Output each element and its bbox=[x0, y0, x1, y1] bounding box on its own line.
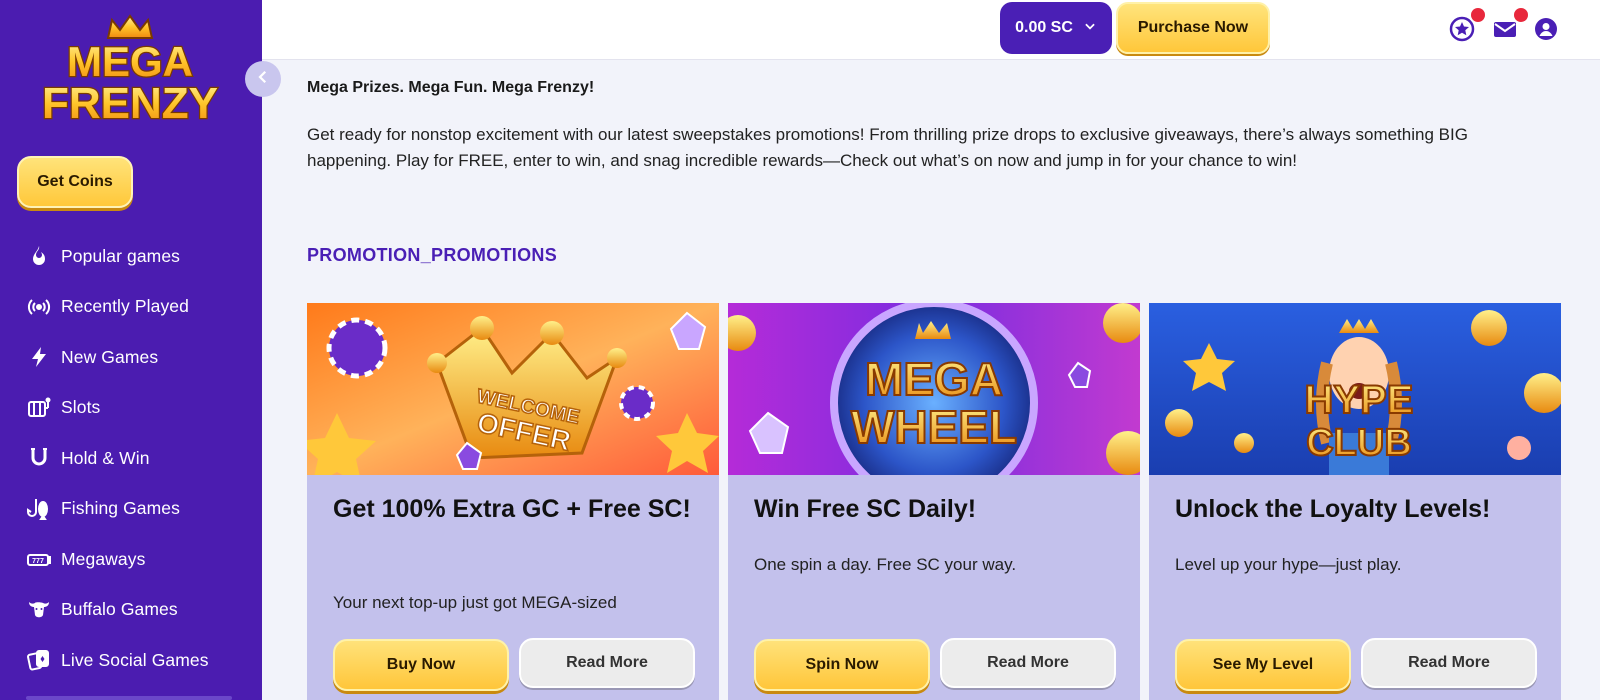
read-more-button[interactable]: Read More bbox=[940, 638, 1116, 688]
sidebar-item-label: New Games bbox=[61, 346, 159, 367]
see-my-level-button[interactable]: See My Level bbox=[1175, 639, 1351, 691]
sidebar: MEGA FRENZY Get Coins Popular games Rece… bbox=[0, 0, 262, 700]
banner-text-line1: MEGA bbox=[865, 353, 1003, 405]
section-title: PROMOTION_PROMOTIONS bbox=[307, 245, 558, 265]
spin-now-button[interactable]: Spin Now bbox=[754, 639, 930, 691]
sidebar-item-popular-games[interactable]: Popular games bbox=[0, 231, 262, 282]
read-more-button[interactable]: Read More bbox=[519, 638, 695, 688]
sidebar-item-label: Slots bbox=[61, 397, 101, 418]
page-headline: Mega Prizes. Mega Fun. Mega Frenzy! bbox=[307, 79, 595, 96]
promotion-description: Level up your hype—just play. bbox=[1175, 555, 1402, 574]
notification-dot bbox=[1471, 8, 1485, 22]
intro-paragraph: Get ready for nonstop excitement with ou… bbox=[307, 125, 1468, 170]
promotion-card-mega-wheel: MEGA WHEEL Win Free SC Daily! One spin a… bbox=[728, 303, 1140, 700]
balance-value: 0.00 SC bbox=[1015, 19, 1073, 36]
star-badge-icon[interactable] bbox=[1447, 8, 1485, 44]
broadcast-icon bbox=[26, 294, 52, 320]
promotion-card-welcome-offer: WELCOME OFFER Get 100% Extra GC + Free S… bbox=[307, 303, 719, 700]
logo-text-frenzy: FRENZY bbox=[42, 79, 218, 126]
fish-hook-icon bbox=[26, 496, 52, 522]
promotion-title: Get 100% Extra GC + Free SC! bbox=[333, 495, 691, 523]
top-bar: 0.00 SC Purchase Now bbox=[262, 0, 1600, 60]
svg-text:777: 777 bbox=[32, 558, 44, 565]
sidebar-item-buffalo-games[interactable]: Buffalo Games bbox=[0, 585, 262, 636]
banner-text-line2: CLUB bbox=[1306, 422, 1412, 464]
sidebar-nav: Popular games Recently Played New Games … bbox=[0, 231, 262, 686]
lightning-icon bbox=[26, 344, 52, 370]
banner-text-line1: HYPE bbox=[1305, 378, 1414, 422]
promotion-card-hype-club: HYPE CLUB Unlock the Loyalty Levels! Lev… bbox=[1149, 303, 1561, 700]
sidebar-item-slots[interactable]: Slots bbox=[0, 383, 262, 434]
promotion-description: One spin a day. Free SC your way. bbox=[754, 555, 1017, 574]
user-icon[interactable] bbox=[1531, 14, 1561, 44]
chevron-down-icon bbox=[1083, 19, 1097, 38]
sidebar-scroll-edge bbox=[26, 696, 232, 700]
sidebar-item-label: Buffalo Games bbox=[61, 599, 178, 620]
read-more-button[interactable]: Read More bbox=[1361, 638, 1537, 688]
promotion-banner[interactable]: MEGA WHEEL bbox=[728, 303, 1140, 475]
sidebar-item-live-social-games[interactable]: Live Social Games bbox=[0, 635, 262, 686]
sidebar-item-megaways[interactable]: 777 Megaways bbox=[0, 534, 262, 585]
sidebar-item-fishing-games[interactable]: Fishing Games bbox=[0, 484, 262, 535]
sidebar-item-label: Live Social Games bbox=[61, 649, 209, 670]
promotion-description: Your next top-up just got MEGA-sized bbox=[333, 593, 617, 612]
sidebar-item-label: Recently Played bbox=[61, 296, 189, 317]
banner-text-line2: WHEEL bbox=[851, 401, 1017, 453]
megaways-icon: 777 bbox=[26, 546, 52, 572]
sidebar-item-label: Fishing Games bbox=[61, 498, 180, 519]
sidebar-item-hold-and-win[interactable]: Hold & Win bbox=[0, 433, 262, 484]
get-coins-button[interactable]: Get Coins bbox=[17, 156, 133, 208]
promotion-banner[interactable]: WELCOME OFFER bbox=[307, 303, 719, 475]
horseshoe-icon bbox=[26, 445, 52, 471]
sidebar-item-recently-played[interactable]: Recently Played bbox=[0, 282, 262, 333]
sidebar-item-new-games[interactable]: New Games bbox=[0, 332, 262, 383]
promotion-title: Unlock the Loyalty Levels! bbox=[1175, 495, 1491, 523]
sidebar-item-label: Megaways bbox=[61, 548, 146, 569]
buy-now-button[interactable]: Buy Now bbox=[333, 639, 509, 691]
chevron-left-icon bbox=[254, 68, 272, 90]
logo-text-mega: MEGA bbox=[67, 38, 193, 85]
mail-icon[interactable] bbox=[1490, 8, 1528, 44]
promotion-banner[interactable]: HYPE CLUB bbox=[1149, 303, 1561, 475]
sidebar-item-label: Popular games bbox=[61, 245, 181, 266]
flame-icon bbox=[26, 243, 52, 269]
purchase-now-button[interactable]: Purchase Now bbox=[1116, 2, 1270, 54]
promotion-title: Win Free SC Daily! bbox=[754, 495, 977, 523]
sidebar-item-label: Hold & Win bbox=[61, 447, 150, 468]
collapse-sidebar-button[interactable] bbox=[245, 61, 281, 97]
balance-dropdown[interactable]: 0.00 SC bbox=[1000, 2, 1112, 54]
cards-icon bbox=[26, 647, 52, 673]
notification-dot bbox=[1514, 8, 1528, 22]
slot-machine-icon bbox=[26, 395, 52, 421]
mega-frenzy-logo[interactable]: MEGA FRENZY bbox=[30, 14, 230, 129]
buffalo-icon bbox=[26, 597, 52, 623]
